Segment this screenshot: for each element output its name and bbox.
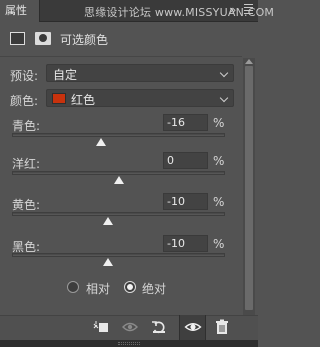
cyan-percent-sign: % [213, 116, 225, 130]
black-percent-sign: % [213, 237, 225, 251]
cyan-slider-thumb[interactable] [96, 138, 107, 146]
tab-properties[interactable]: 属性 [0, 0, 40, 22]
preset-dropdown[interactable]: 自定 [46, 64, 234, 82]
divider [0, 56, 242, 57]
yellow-value-field[interactable]: -10 [163, 193, 208, 210]
clip-to-layer-icon[interactable] [92, 318, 110, 336]
radio-label-relative: 相对 [86, 282, 111, 296]
yellow-slider-track[interactable] [12, 212, 225, 216]
cyan-value-field[interactable]: -16 [163, 114, 208, 131]
collapse-panel-icon[interactable]: » [229, 4, 236, 16]
magenta-slider-track[interactable] [12, 171, 225, 175]
magenta-slider-thumb[interactable] [113, 176, 124, 184]
slider-label-cyan: 青色: [12, 119, 41, 133]
black-slider-track[interactable] [12, 253, 225, 257]
layer-mask-icon[interactable] [35, 32, 51, 45]
colors-label: 颜色: [10, 94, 39, 108]
properties-header: 可选颜色 [0, 22, 258, 56]
cyan-slider-track[interactable] [12, 133, 225, 137]
view-previous-state-icon[interactable] [121, 318, 139, 336]
radio-relative[interactable] [67, 281, 79, 293]
magenta-percent-sign: % [213, 154, 225, 168]
toggle-visibility-icon[interactable] [184, 318, 202, 336]
scroll-up-icon[interactable] [245, 59, 253, 64]
yellow-percent-sign: % [213, 195, 225, 209]
chevron-down-icon [219, 68, 229, 78]
preset-value: 自定 [53, 68, 78, 82]
reset-icon[interactable] [150, 318, 168, 336]
radio-absolute[interactable] [124, 281, 136, 293]
radio-label-absolute: 绝对 [142, 282, 167, 296]
color-swatch [52, 93, 66, 104]
yellow-slider-thumb[interactable] [102, 217, 113, 225]
chevron-down-icon [219, 93, 229, 103]
black-value-field[interactable]: -10 [163, 235, 208, 252]
magenta-value-field[interactable]: 0 [163, 152, 208, 169]
preset-label: 预设: [10, 69, 39, 83]
panel-menu-icon[interactable] [244, 4, 253, 16]
panel-title: 可选颜色 [60, 33, 109, 47]
resize-grip-icon[interactable] [118, 342, 140, 345]
slider-label-yellow: 黄色: [12, 198, 41, 212]
slider-label-magenta: 洋红: [12, 157, 41, 171]
colors-dropdown[interactable]: 红色 [46, 89, 234, 107]
delete-icon[interactable] [213, 318, 231, 336]
colors-value: 红色 [71, 93, 96, 107]
black-slider-thumb[interactable] [102, 258, 113, 266]
scrollbar-thumb[interactable] [245, 66, 253, 310]
panel-tab-bar: 属性 思缘设计论坛 www.MISSYUAN.COM » [0, 0, 274, 22]
adjustment-icon[interactable] [10, 32, 25, 45]
